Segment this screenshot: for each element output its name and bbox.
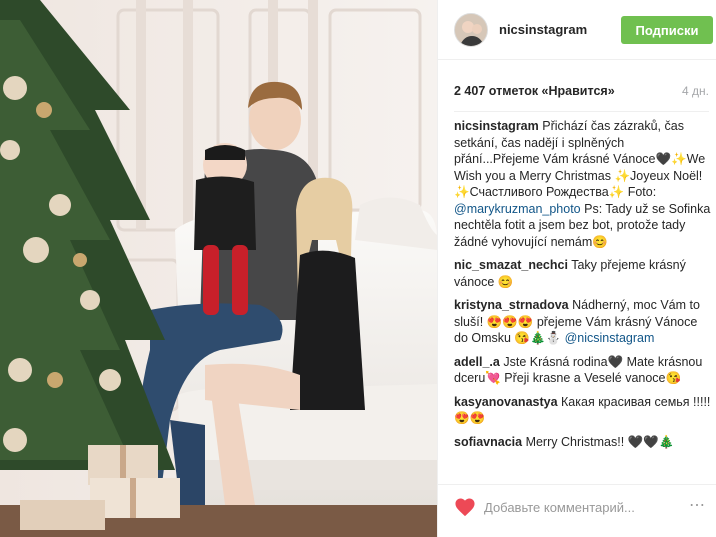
comment-username[interactable]: nicsinstagram [454,119,539,133]
post-photo[interactable] [0,0,437,537]
comment-username[interactable]: kasyanovanastya [454,395,558,409]
comment-item: adell_.a Jste Krásná rodina🖤 Mate krásno… [454,354,712,387]
comment-item: kasyanovanastya Какая красивая семья !!!… [454,394,712,427]
heart-icon[interactable] [454,497,476,517]
follow-button[interactable]: Подписки [621,16,713,44]
post-header: nicsinstagram Подписки [438,0,716,60]
family-christmas-photo [0,0,437,537]
comment-username[interactable]: adell_.a [454,355,500,369]
comment-item: kristyna_strnadova Nádherný, moc Vám to … [454,297,712,347]
comment-mention[interactable]: @marykruzman_photo [454,202,581,216]
comment-bar: ⋯ [438,484,716,537]
post-username[interactable]: nicsinstagram [499,22,587,37]
comment-mention[interactable]: @nicsinstagram [565,331,655,345]
comment-input[interactable] [484,495,706,519]
likes-count[interactable]: 2 407 отметок «Нравится» [454,84,615,98]
comment-username[interactable]: nic_smazat_nechci [454,258,568,272]
more-options-icon[interactable]: ⋯ [689,496,705,516]
comment-username[interactable]: kristyna_strnadova [454,298,569,312]
divider [454,111,709,112]
avatar-image [455,14,487,46]
comment-text: Merry Christmas!! 🖤🖤🎄 [522,434,675,449]
comment-username[interactable]: sofiavnacia [454,435,522,449]
comment-item: sofiavnacia Merry Christmas!! 🖤🖤🎄 [454,434,712,451]
post-sidebar: nicsinstagram Подписки 2 407 отметок «Нр… [437,0,716,537]
comments-list[interactable]: nicsinstagram Přichází čas zázraků, čas … [454,118,712,484]
likes-row: 2 407 отметок «Нравится» 4 дн. [454,84,709,100]
post-timestamp[interactable]: 4 дн. [682,84,709,98]
comment-caption: nicsinstagram Přichází čas zázraků, čas … [454,118,712,250]
comment-item: nic_smazat_nechci Taky přejeme krásný vá… [454,257,712,290]
avatar[interactable] [454,13,488,47]
